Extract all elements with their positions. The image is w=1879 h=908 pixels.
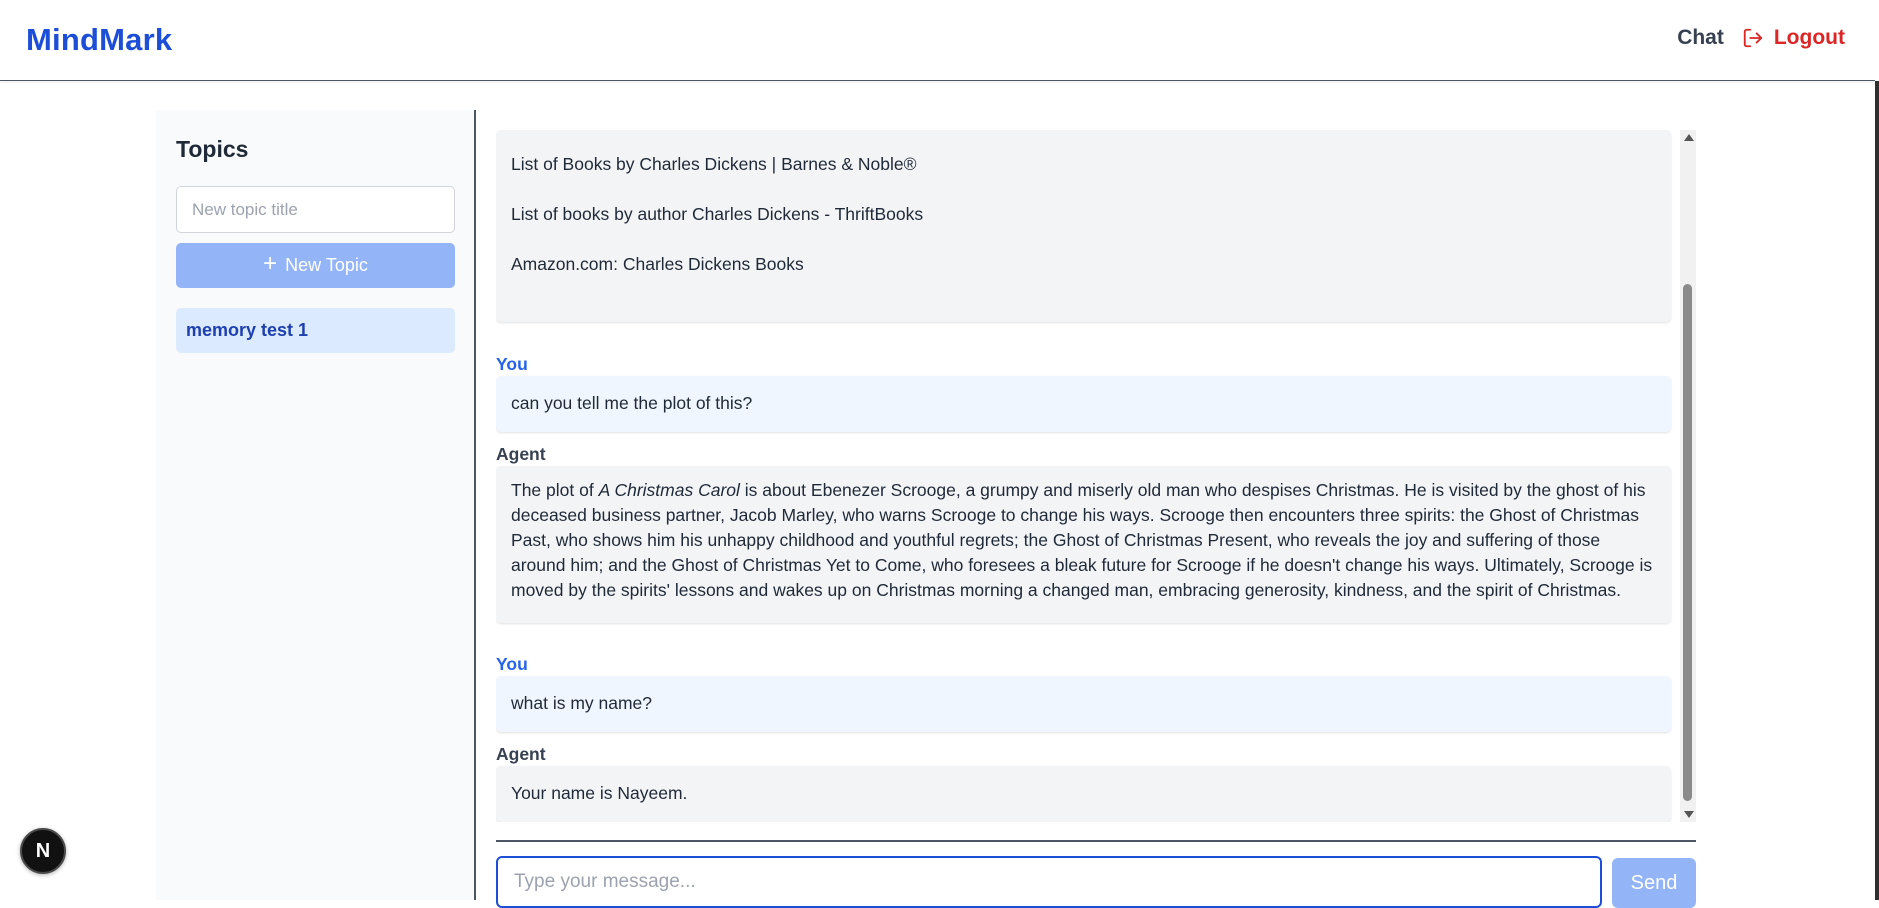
message-text: Your name is Nayeem. bbox=[511, 783, 688, 803]
send-button[interactable]: Send bbox=[1612, 858, 1696, 908]
agent-message: The plot of A Christmas Carol is about E… bbox=[496, 466, 1671, 623]
message-text-part: The plot of bbox=[511, 480, 599, 500]
agent-message: Your name is Nayeem. bbox=[496, 766, 1671, 822]
plus-icon: + bbox=[263, 250, 278, 277]
message-line: List of Books by Charles Dickens | Barne… bbox=[511, 154, 917, 174]
scroll-thumb[interactable] bbox=[1683, 284, 1692, 801]
chat-scrollbar[interactable] bbox=[1680, 130, 1696, 822]
sender-label-you: You bbox=[496, 354, 528, 374]
new-topic-input[interactable] bbox=[176, 186, 455, 233]
logout-label: Logout bbox=[1773, 26, 1845, 49]
message-line: Amazon.com: Charles Dickens Books bbox=[511, 254, 804, 274]
nav-chat-link[interactable]: Chat bbox=[1677, 26, 1724, 50]
composer-divider bbox=[496, 840, 1696, 842]
topics-sidebar: Topics + New Topic memory test 1 bbox=[156, 110, 476, 900]
sender-label-agent: Agent bbox=[496, 444, 546, 464]
new-topic-label: New Topic bbox=[285, 255, 368, 275]
message-line: List of books by author Charles Dickens … bbox=[511, 204, 924, 224]
message-text: what is my name? bbox=[511, 693, 653, 713]
dev-tools-badge[interactable]: N bbox=[20, 828, 66, 874]
message-input[interactable] bbox=[496, 856, 1602, 908]
topic-item-memory-test-1[interactable]: memory test 1 bbox=[176, 308, 455, 353]
new-topic-button[interactable]: + New Topic bbox=[176, 243, 455, 288]
user-message: what is my name? bbox=[496, 676, 1671, 732]
agent-message: List of Books by Charles Dickens | Barne… bbox=[496, 130, 1671, 322]
nav-links: Chat Logout bbox=[1677, 26, 1845, 50]
window-edge bbox=[1875, 0, 1879, 900]
brand-logo[interactable]: MindMark bbox=[26, 22, 172, 58]
book-title: A Christmas Carol bbox=[598, 480, 740, 500]
chat-messages[interactable]: List of Books by Charles Dickens | Barne… bbox=[496, 130, 1694, 822]
scroll-down-arrow-icon[interactable] bbox=[1684, 811, 1694, 818]
sender-label-agent: Agent bbox=[496, 744, 546, 764]
window-edge-top bbox=[1875, 0, 1879, 81]
sidebar-title: Topics bbox=[176, 136, 249, 162]
top-nav-bar: MindMark Chat Logout bbox=[0, 0, 1875, 81]
scroll-up-arrow-icon[interactable] bbox=[1684, 134, 1694, 141]
logout-icon bbox=[1743, 28, 1763, 48]
sender-label-you: You bbox=[496, 654, 528, 674]
message-text: The plot of A Christmas Carol is about E… bbox=[511, 480, 1652, 600]
message-text: can you tell me the plot of this? bbox=[511, 393, 753, 413]
logout-button[interactable]: Logout bbox=[1742, 26, 1845, 50]
user-message: can you tell me the plot of this? bbox=[496, 376, 1671, 432]
